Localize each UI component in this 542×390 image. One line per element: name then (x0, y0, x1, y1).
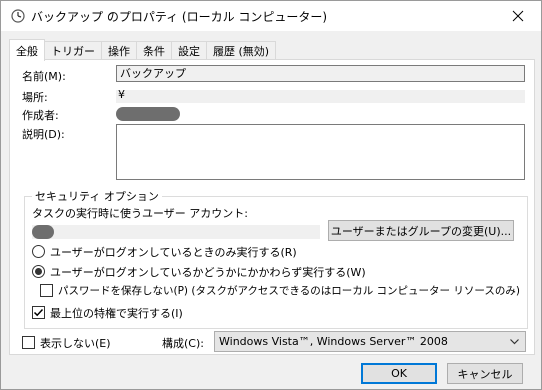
close-button[interactable] (495, 1, 541, 31)
tab-history[interactable]: 履歴 (無効) (206, 41, 277, 60)
title-bar: バックアップ のプロパティ (ローカル コンピューター) (1, 1, 541, 31)
hidden-label: 表示しない(E) (40, 337, 111, 350)
hidden-checkbox[interactable] (22, 336, 35, 349)
name-field[interactable]: バックアップ (116, 65, 525, 82)
no-store-password-label: パスワードを保存しない(P) (タスクがアクセスできるのはローカル コンピュータ… (58, 285, 520, 297)
author-label: 作成者: (22, 109, 59, 122)
tab-strip: 全般 トリガー 操作 条件 設定 履歴 (無効) (9, 39, 277, 61)
description-label: 説明(D): (22, 128, 65, 141)
location-field-bg (116, 90, 525, 103)
close-icon (512, 10, 524, 22)
tab-actions[interactable]: 操作 (101, 41, 137, 60)
radio-logged-on-only-label: ユーザーがログオンしているときのみ実行する(R) (50, 246, 297, 259)
cancel-button[interactable]: キャンセル (447, 363, 523, 384)
highest-privileges-label: 最上位の特権で実行する(I) (50, 307, 183, 320)
window-title: バックアップ のプロパティ (ローカル コンピューター) (31, 10, 328, 24)
location-label: 場所: (22, 91, 48, 104)
radio-whether-logged-on[interactable] (32, 265, 45, 278)
configure-select[interactable]: Windows Vista™, Windows Server™ 2008 (214, 331, 526, 352)
change-user-button[interactable]: ユーザーまたはグループの変更(U)... (328, 220, 514, 241)
location-value: ¥ (118, 88, 125, 101)
chevron-down-icon (510, 339, 519, 345)
account-field-bg (32, 225, 320, 239)
configure-value: Windows Vista™, Windows Server™ 2008 (219, 335, 448, 348)
security-group-title: セキュリティ オプション (32, 188, 162, 204)
configure-label: 構成(C): (162, 337, 204, 350)
account-label: タスクの実行時に使うユーザー アカウント: (32, 207, 248, 220)
no-store-password-checkbox[interactable] (40, 284, 53, 297)
tab-general[interactable]: 全般 (9, 39, 45, 61)
tab-conditions[interactable]: 条件 (136, 41, 172, 60)
radio-logged-on-only[interactable] (32, 245, 45, 258)
ok-button[interactable]: OK (361, 363, 437, 384)
account-value-redacted (32, 225, 54, 239)
tab-triggers[interactable]: トリガー (44, 41, 102, 60)
tab-settings[interactable]: 設定 (171, 41, 207, 60)
checkmark-icon (33, 308, 44, 317)
highest-privileges-checkbox[interactable] (32, 306, 45, 319)
properties-dialog: バックアップ のプロパティ (ローカル コンピューター) 全般 トリガー 操作 … (0, 0, 542, 390)
author-value-redacted (116, 107, 180, 121)
name-label: 名前(M): (22, 70, 66, 83)
radio-whether-logged-on-label: ユーザーがログオンしているかどうかにかかわらず実行する(W) (50, 266, 366, 279)
clock-icon (11, 9, 25, 23)
description-textarea[interactable] (116, 124, 525, 180)
general-panel: 名前(M): バックアップ 場所: ¥ 作成者: 説明(D): セキュリティ オ… (9, 59, 535, 355)
